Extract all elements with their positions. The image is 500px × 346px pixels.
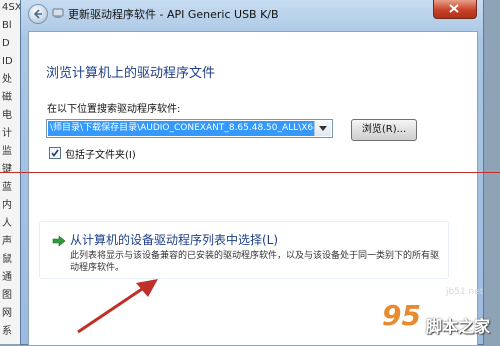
- bg-char: 人: [2, 218, 12, 229]
- title-bar: 更新驱动程序软件 - API Generic USB K/B: [21, 0, 483, 30]
- bg-char: 蓝: [2, 182, 12, 193]
- site-watermark: 95 jb51.net 脚本之家: [382, 287, 500, 344]
- bg-char: 内: [2, 200, 12, 211]
- annotation-arrow-icon: [77, 279, 158, 334]
- bg-char: 系: [2, 326, 12, 337]
- watermark-name: 脚本之家: [426, 317, 491, 336]
- chevron-down-icon: [319, 126, 327, 131]
- green-arrow-icon: [52, 235, 66, 247]
- path-dropdown-button[interactable]: [314, 121, 331, 136]
- annotation-line: [0, 172, 500, 173]
- bg-char: 计: [2, 128, 12, 139]
- device-icon: [52, 8, 64, 18]
- option-description: 此列表将显示与该设备兼容的已安装的驱动程序软件，以及与该设备处于同一类别下的所有…: [70, 251, 440, 273]
- bg-char: 键: [2, 164, 12, 175]
- close-button[interactable]: [433, 0, 477, 19]
- watermark-logo: 95: [382, 299, 421, 332]
- bg-char: 监: [2, 146, 12, 157]
- include-subfolders-label: 包括子文件夹(I): [65, 150, 136, 161]
- bg-char: ID: [2, 56, 13, 67]
- bg-char: 4SX: [2, 2, 22, 13]
- back-button[interactable]: [28, 4, 48, 24]
- bg-char: D: [2, 38, 10, 49]
- choose-from-list-option[interactable]: 从计算机的设备驱动程序列表中选择(L) 此列表将显示与该设备兼容的已安装的驱动程…: [39, 221, 449, 279]
- browse-button[interactable]: 浏览(R)...: [351, 119, 417, 141]
- bg-char: 磁: [2, 92, 12, 103]
- checkmark-icon: [51, 149, 59, 157]
- path-combobox[interactable]: \师目录\下载保存目录\AUDIO_CONEXANT_8.65.48.50_AL…: [46, 119, 333, 138]
- bg-char: 电: [2, 110, 12, 121]
- option-title[interactable]: 从计算机的设备驱动程序列表中选择(L): [70, 231, 278, 248]
- bg-char: Bl: [2, 20, 12, 31]
- watermark-site: jb51.net: [446, 287, 484, 297]
- bg-char: 通: [2, 272, 12, 283]
- bg-char: 处: [2, 74, 12, 85]
- back-arrow-icon: [33, 9, 42, 19]
- bg-char: 图: [2, 290, 12, 301]
- path-label: 在以下位置搜索驱动程序软件:: [47, 104, 181, 115]
- window-title: 更新驱动程序软件 - API Generic USB K/B: [68, 8, 279, 21]
- bg-char: 鼠: [2, 254, 12, 265]
- bg-char: 网: [2, 308, 12, 319]
- page-heading: 浏览计算机上的驱动程序文件: [46, 66, 216, 81]
- close-icon: [449, 4, 459, 13]
- bg-char: 声: [2, 236, 12, 247]
- include-subfolders-checkbox[interactable]: [49, 147, 61, 159]
- path-value[interactable]: \师目录\下载保存目录\AUDIO_CONEXANT_8.65.48.50_AL…: [48, 121, 314, 136]
